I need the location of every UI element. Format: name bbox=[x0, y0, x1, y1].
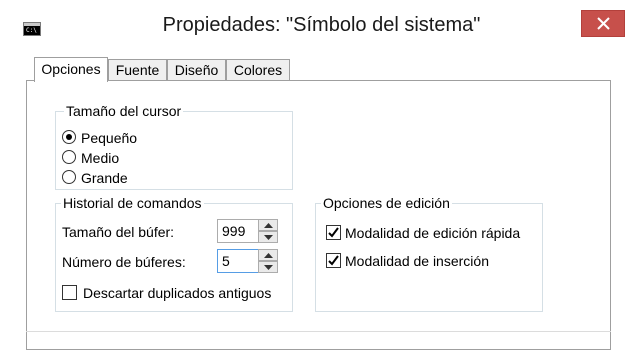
checkbox[interactable] bbox=[62, 285, 77, 300]
spin-down-button[interactable] bbox=[258, 231, 278, 243]
checkbox[interactable] bbox=[326, 225, 341, 240]
tab-fuente[interactable]: Fuente bbox=[108, 59, 167, 81]
buffer-size-spinner[interactable] bbox=[258, 219, 278, 243]
checkbox-label: Descartar duplicados antiguos bbox=[83, 285, 272, 301]
radio-label: Pequeño bbox=[81, 130, 138, 146]
arrow-up-icon bbox=[264, 223, 273, 228]
checkbox[interactable] bbox=[326, 253, 341, 268]
buffer-size-label: Tamaño del búfer: bbox=[62, 224, 175, 240]
arrow-up-icon bbox=[264, 253, 273, 258]
tab-opciones[interactable]: Opciones bbox=[34, 57, 108, 82]
window-frame-right bbox=[620, 52, 643, 339]
arrow-down-icon bbox=[264, 235, 273, 240]
spin-down-button[interactable] bbox=[258, 261, 278, 273]
buffer-count-input[interactable]: 5 bbox=[217, 249, 259, 273]
radio-button[interactable] bbox=[62, 150, 76, 164]
edit-options-group: Opciones de edición Modalidad de edición… bbox=[315, 194, 543, 312]
radio-button[interactable] bbox=[62, 170, 76, 184]
close-button[interactable] bbox=[581, 10, 625, 37]
arrow-down-icon bbox=[264, 265, 273, 270]
command-history-legend: Historial de comandos bbox=[61, 194, 204, 212]
buffer-size-input[interactable]: 999 bbox=[217, 219, 259, 243]
tab-diseno[interactable]: Diseño bbox=[167, 59, 226, 81]
buffer-count-spinner[interactable] bbox=[258, 249, 278, 273]
radio-label: Grande bbox=[81, 170, 128, 186]
checkbox-label: Modalidad de edición rápida bbox=[345, 225, 521, 241]
divider bbox=[26, 331, 611, 332]
checkmark-icon bbox=[328, 227, 339, 238]
spin-up-button[interactable] bbox=[258, 219, 278, 231]
buffer-count-label: Número de búferes: bbox=[62, 254, 186, 270]
checkbox-label: Modalidad de inserción bbox=[345, 253, 489, 269]
title-bar[interactable]: C:\ Propiedades: "Símbolo del sistema" bbox=[0, 0, 643, 52]
window-title: Propiedades: "Símbolo del sistema" bbox=[162, 14, 481, 36]
close-icon bbox=[597, 17, 610, 30]
spin-up-button[interactable] bbox=[258, 249, 278, 261]
window-frame-left bbox=[0, 52, 10, 339]
checkmark-icon bbox=[328, 255, 339, 266]
edit-options-legend: Opciones de edición bbox=[321, 194, 452, 212]
cursor-size-legend: Tamaño del cursor bbox=[64, 102, 184, 120]
radio-button[interactable] bbox=[62, 130, 76, 144]
radio-label: Medio bbox=[81, 150, 120, 166]
cursor-size-group: Tamaño del cursor Pequeño Medio Grande bbox=[55, 102, 293, 190]
tab-colores[interactable]: Colores bbox=[226, 59, 290, 81]
command-history-group: Historial de comandos Tamaño del búfer: … bbox=[55, 194, 293, 312]
